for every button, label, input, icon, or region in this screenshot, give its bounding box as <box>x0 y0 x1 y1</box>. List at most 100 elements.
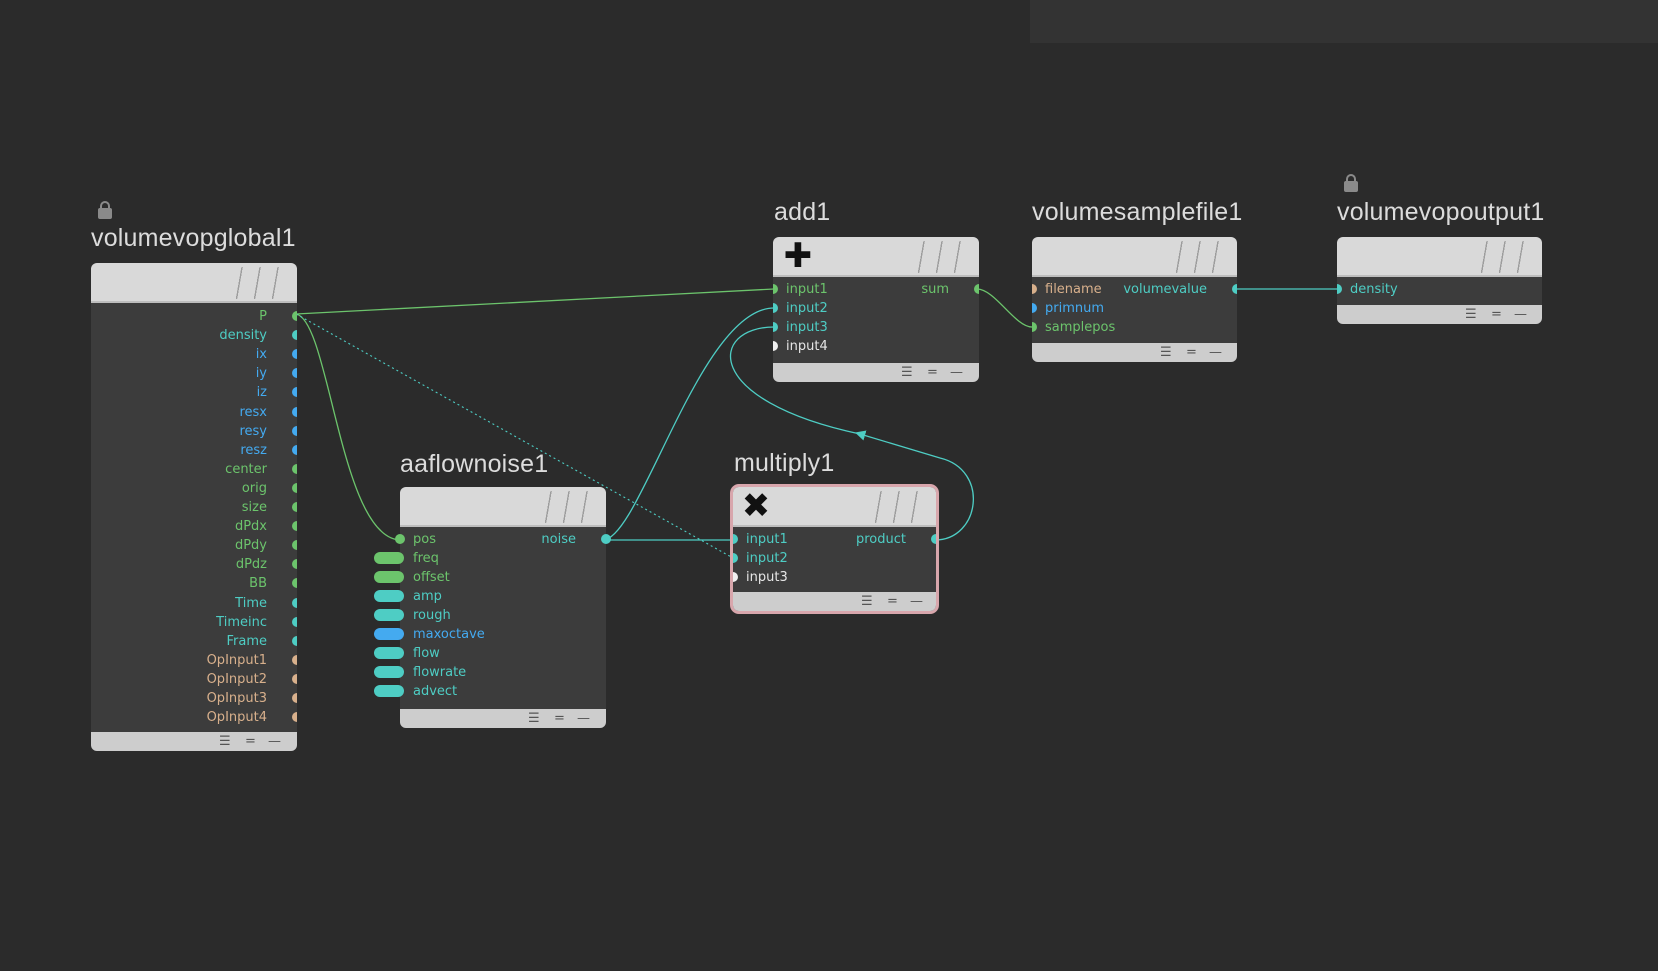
port-connector[interactable] <box>974 284 979 294</box>
menu-icon[interactable]: ☰ <box>861 592 873 611</box>
flags-icon[interactable] <box>1171 241 1227 273</box>
port-outputs-opinput4[interactable]: OpInput4 <box>97 708 297 727</box>
port-outputs-p[interactable]: P <box>97 307 297 326</box>
port-inputs-maxoctave[interactable]: maxoctave <box>374 625 600 644</box>
node-header[interactable] <box>1032 237 1237 277</box>
node-footer[interactable]: ☰ = — <box>400 709 606 728</box>
menu-icon[interactable]: ☰ <box>1160 343 1172 362</box>
port-outputs-bb[interactable]: BB <box>97 574 297 593</box>
port-connector[interactable] <box>292 368 297 379</box>
port-connector[interactable] <box>292 578 297 589</box>
port-connector[interactable] <box>733 572 738 582</box>
wire-P-to-add-input1[interactable] <box>295 288 775 315</box>
equals-icon[interactable]: = <box>927 363 938 382</box>
parameter-pill-connector[interactable] <box>374 571 404 583</box>
node-footer[interactable]: ☰ = — <box>733 592 936 611</box>
port-connector[interactable] <box>292 463 297 474</box>
minus-icon[interactable]: — <box>950 363 963 382</box>
port-inputs-input1[interactable]: input1 <box>733 530 933 549</box>
parameter-pill-connector[interactable] <box>374 685 404 697</box>
lock-icon[interactable] <box>1344 174 1358 192</box>
port-inputs-flowrate[interactable]: flowrate <box>374 663 600 682</box>
parameter-pill-connector[interactable] <box>374 552 404 564</box>
node-body[interactable]: ✚ sum input1 input2 input3 input4 ☰ = — <box>773 237 979 382</box>
port-outputs-dpdx[interactable]: dPdx <box>97 517 297 536</box>
port-inputs-offset[interactable]: offset <box>374 568 600 587</box>
port-outputs-ix[interactable]: ix <box>97 345 297 364</box>
port-inputs-amp[interactable]: amp <box>374 587 600 606</box>
port-connector[interactable] <box>292 330 297 341</box>
port-connector[interactable] <box>292 712 297 723</box>
flags-icon[interactable] <box>231 267 287 299</box>
node-header[interactable]: ✖ <box>733 487 936 527</box>
port-inputs-filename[interactable]: filename <box>1032 280 1232 299</box>
port-inputs-rough[interactable]: rough <box>374 606 600 625</box>
port-connector[interactable] <box>292 311 297 321</box>
node-body[interactable]: ✖ product input1 input2 input3 ☰ = — <box>730 484 939 614</box>
port-outputs-opinput2[interactable]: OpInput2 <box>97 670 297 689</box>
minus-icon[interactable]: — <box>910 592 923 611</box>
parameter-pill-connector[interactable] <box>374 628 404 640</box>
equals-icon[interactable]: = <box>245 732 256 751</box>
flags-icon[interactable] <box>870 491 926 523</box>
port-connector[interactable] <box>292 482 297 493</box>
port-inputs-flow[interactable]: flow <box>374 644 600 663</box>
port-outputs-density[interactable]: density <box>97 326 297 345</box>
wire-sum-to-samplepos[interactable] <box>976 288 1033 328</box>
port-inputs-input3[interactable]: input3 <box>773 318 973 337</box>
port-inputs-primnum[interactable]: primnum <box>1032 299 1232 318</box>
port-inputs-freq[interactable]: freq <box>374 549 600 568</box>
minus-icon[interactable]: — <box>268 732 281 751</box>
port-connector[interactable] <box>292 406 297 417</box>
minus-icon[interactable]: — <box>1514 305 1527 324</box>
port-connector[interactable] <box>733 553 738 563</box>
node-body[interactable]: volumevalue filename primnum samplepos ☰ = … <box>1032 237 1237 362</box>
node-header[interactable] <box>400 487 606 527</box>
port-inputs-input4[interactable]: input4 <box>773 337 973 356</box>
flags-icon[interactable] <box>540 491 596 523</box>
equals-icon[interactable]: = <box>554 709 565 728</box>
port-connector[interactable] <box>292 521 297 532</box>
port-outputs-orig[interactable]: orig <box>97 479 297 498</box>
wire-P-to-noise-pos[interactable] <box>295 313 402 541</box>
port-outputs-opinput1[interactable]: OpInput1 <box>97 651 297 670</box>
port-connector[interactable] <box>292 616 297 627</box>
port-connector[interactable] <box>773 341 778 351</box>
port-connector[interactable] <box>292 635 297 646</box>
node-footer[interactable]: ☰ = — <box>1337 305 1542 324</box>
port-connector[interactable] <box>292 444 297 455</box>
port-connector[interactable] <box>601 534 611 544</box>
port-outputs-size[interactable]: size <box>97 498 297 517</box>
port-connector[interactable] <box>292 559 297 570</box>
parameter-pill-connector[interactable] <box>374 647 404 659</box>
port-connector[interactable] <box>1337 284 1342 294</box>
port-connector[interactable] <box>292 387 297 398</box>
node-header[interactable] <box>1337 237 1542 277</box>
port-outputs-iy[interactable]: iy <box>97 364 297 383</box>
port-inputs-input2[interactable]: input2 <box>733 549 933 568</box>
port-connector[interactable] <box>1032 284 1037 294</box>
port-connector[interactable] <box>773 284 778 294</box>
port-outputs-frame[interactable]: Frame <box>97 632 297 651</box>
port-connector[interactable] <box>1032 303 1037 313</box>
port-outputs-resy[interactable]: resy <box>97 422 297 441</box>
node-footer[interactable]: ☰ = — <box>773 363 979 382</box>
flags-icon[interactable] <box>913 241 969 273</box>
node-footer[interactable]: ☰ = — <box>91 732 297 751</box>
minus-icon[interactable]: — <box>577 709 590 728</box>
node-footer[interactable]: ☰ = — <box>1032 343 1237 362</box>
port-inputs-density[interactable]: density <box>1337 280 1537 299</box>
port-connector[interactable] <box>773 303 778 313</box>
port-connector[interactable] <box>292 597 297 608</box>
equals-icon[interactable]: = <box>887 592 898 611</box>
flags-icon[interactable] <box>1476 241 1532 273</box>
parameter-pill-connector[interactable] <box>374 666 404 678</box>
port-connector[interactable] <box>292 693 297 703</box>
port-outputs-time[interactable]: Time <box>97 594 297 613</box>
equals-icon[interactable]: = <box>1186 343 1197 362</box>
menu-icon[interactable]: ☰ <box>528 709 540 728</box>
node-header[interactable]: ✚ <box>773 237 979 277</box>
minus-icon[interactable]: — <box>1209 343 1222 362</box>
port-inputs-input1[interactable]: input1 <box>773 280 973 299</box>
menu-icon[interactable]: ☰ <box>1465 305 1477 324</box>
